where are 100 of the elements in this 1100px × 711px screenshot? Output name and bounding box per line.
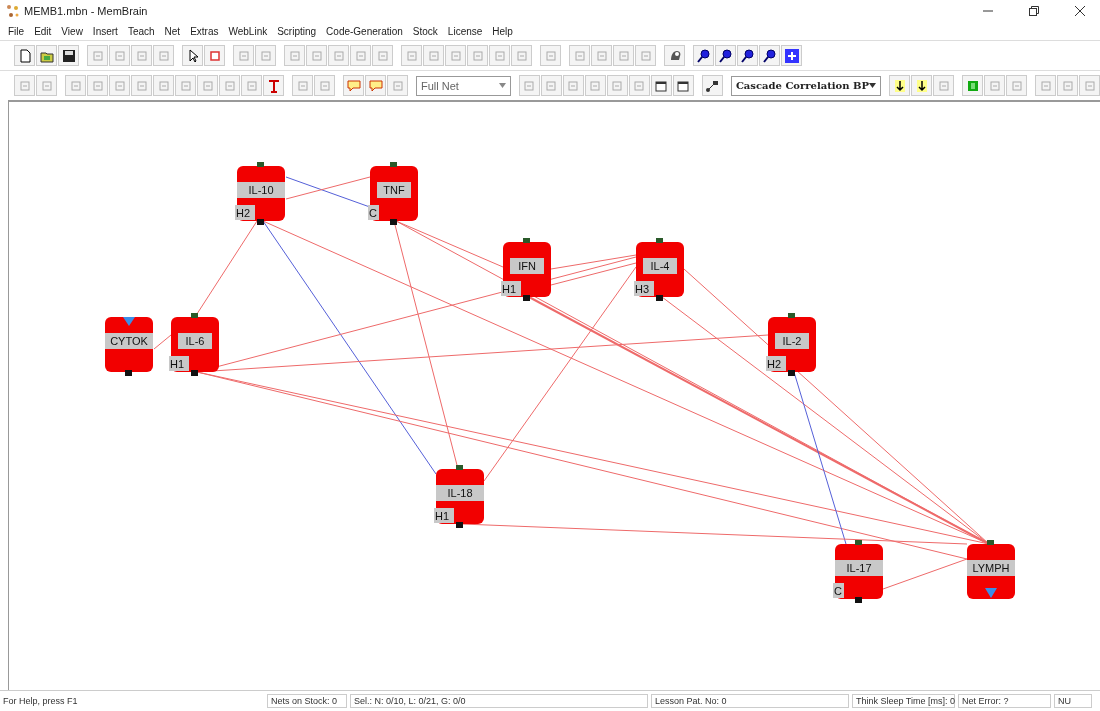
layer-tag: H1	[169, 356, 189, 371]
output-pin-icon	[523, 295, 530, 301]
restore-icon[interactable]	[1028, 5, 1040, 17]
zoom-fit-icon	[784, 48, 799, 63]
menu-item[interactable]: Stock	[412, 25, 438, 37]
greyed-tool-icon	[492, 48, 507, 63]
toolbar-button[interactable]	[693, 45, 714, 66]
neuron-label: IL-10	[237, 182, 285, 198]
menu-item[interactable]: Code-Generation	[326, 25, 403, 37]
toolbar-button[interactable]	[715, 45, 736, 66]
neuron-label: LYMPH	[967, 560, 1015, 576]
greyed-tool-icon	[244, 78, 259, 93]
greyed-tool-icon	[317, 78, 332, 93]
status-text: Think Sleep Time [ms]: 0	[852, 694, 955, 708]
menu-item[interactable]: Teach	[127, 25, 155, 37]
greyed-tool-icon	[309, 48, 324, 63]
greyed-tool-icon	[588, 78, 603, 93]
view-dropdown[interactable]: Full Net	[416, 75, 511, 96]
input-pin-icon	[656, 238, 663, 243]
block-icon	[965, 78, 980, 93]
input-pin-icon	[257, 162, 264, 167]
status-text: NU	[1054, 694, 1092, 708]
greyed-tool-icon	[936, 78, 951, 93]
output-pin-icon	[456, 522, 463, 528]
greyed-tool-icon	[295, 78, 310, 93]
input-pin-icon	[191, 313, 198, 318]
input-pin-icon	[987, 540, 994, 545]
menu-item[interactable]: WebLink	[228, 25, 268, 37]
greyed-tool-icon	[222, 78, 237, 93]
menu-item[interactable]: Extras	[190, 25, 219, 37]
greyed-tool-icon	[68, 78, 83, 93]
menu-item[interactable]: License	[447, 25, 483, 37]
toolbar-button[interactable]	[58, 45, 79, 66]
greyed-tool-icon	[156, 48, 171, 63]
output-triangle-icon	[985, 588, 997, 598]
algorithm-dropdown[interactable]: Cascade Correlation BP	[730, 75, 881, 96]
toolbar-button[interactable]	[650, 75, 672, 96]
status-text: Nets on Stock: 0	[267, 694, 347, 708]
magnifier-icon	[696, 48, 711, 63]
layer-tag: H2	[235, 205, 255, 220]
app-icon	[6, 4, 20, 18]
toolbar-button[interactable]	[737, 45, 758, 66]
status-text: Sel.: N: 0/10, L: 0/21, G: 0/0	[350, 694, 648, 708]
toolbar-button[interactable]	[182, 45, 203, 66]
input-triangle-icon	[123, 317, 135, 326]
menu-item[interactable]: Net	[164, 25, 181, 37]
neuron-label: IFN	[510, 258, 544, 274]
greyed-tool-icon	[610, 78, 625, 93]
menu-item[interactable]: Scripting	[277, 25, 317, 37]
link-line	[153, 334, 172, 350]
menu-item[interactable]: Insert	[92, 25, 118, 37]
greyed-tool-icon	[638, 48, 653, 63]
greyed-tool-icon	[566, 78, 581, 93]
toolbar-button[interactable]	[889, 75, 910, 96]
toolbar-button[interactable]	[911, 75, 932, 96]
caret-icon	[869, 83, 876, 88]
neuron-label: IL-6	[178, 333, 212, 349]
greyed-tool-icon	[90, 48, 105, 63]
menu-item[interactable]: File	[8, 25, 25, 37]
output-pin-icon	[390, 219, 397, 225]
greyed-tool-icon	[1060, 78, 1075, 93]
neuron-label: TNF	[377, 182, 411, 198]
greyed-tool-icon	[514, 48, 529, 63]
greyed-tool-icon	[426, 48, 441, 63]
greyed-tool-icon	[331, 48, 346, 63]
greyed-tool-icon	[112, 78, 127, 93]
input-pin-icon	[788, 313, 795, 318]
neuron-label: IL-17	[835, 560, 883, 576]
greyed-tool-icon	[544, 78, 559, 93]
window-title: MEMB1.mbn - MemBrain	[24, 5, 148, 17]
greyed-tool-icon	[1009, 78, 1024, 93]
close-icon[interactable]	[1074, 5, 1086, 17]
input-pin-icon	[456, 465, 463, 470]
greyed-tool-icon	[522, 78, 537, 93]
menu-item[interactable]: Edit	[34, 25, 52, 37]
greyed-tool-icon	[134, 48, 149, 63]
layer-tag: H1	[434, 508, 454, 523]
greyed-tool-icon	[390, 78, 405, 93]
toolbar-button[interactable]	[672, 75, 694, 96]
toolbar-button[interactable]	[759, 45, 780, 66]
greyed-tool-icon	[156, 78, 171, 93]
greyed-tool-icon	[258, 48, 273, 63]
greyed-tool-icon	[404, 48, 419, 63]
output-pin-icon	[191, 370, 198, 376]
speech-bubble-icon	[368, 78, 383, 93]
output-pin-icon	[257, 219, 264, 225]
toolbar-button[interactable]	[701, 75, 723, 96]
neuron-label: CYTOK	[105, 333, 153, 349]
greyed-tool-icon	[1038, 78, 1053, 93]
output-pin-icon	[855, 597, 862, 603]
toolbar-button[interactable]	[664, 45, 685, 66]
greyed-tool-icon	[572, 48, 587, 63]
output-pin-icon	[656, 295, 663, 301]
output-pin-icon	[788, 370, 795, 376]
menu-item[interactable]: Help	[492, 25, 513, 37]
toolbar-button[interactable]	[781, 45, 802, 66]
menu-item[interactable]: View	[61, 25, 83, 37]
caret-icon	[498, 83, 506, 88]
layer-tag: H1	[501, 281, 521, 296]
greyed-tool-icon	[448, 48, 463, 63]
